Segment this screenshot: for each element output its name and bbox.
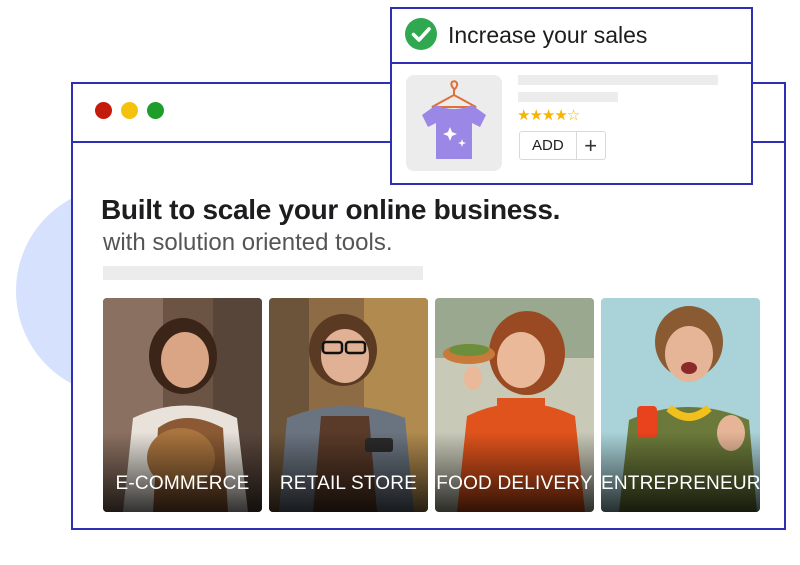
card-food-delivery[interactable]: FOOD DELIVERY <box>435 298 594 512</box>
product-name-placeholder <box>518 75 718 85</box>
card-label: FOOD DELIVERY <box>436 473 593 494</box>
star-rating: ★★★★☆ <box>517 106 580 124</box>
add-to-cart-control: ADD + <box>519 131 606 160</box>
tshirt-hanger-icon <box>422 80 486 159</box>
rating-full-stars: ★★★★ <box>517 107 568 124</box>
card-shade <box>601 432 760 512</box>
add-button[interactable]: ADD <box>520 132 577 159</box>
card-shade <box>435 432 594 512</box>
maximize-window-dot[interactable] <box>147 102 164 119</box>
product-price-placeholder <box>518 92 618 102</box>
card-retail-store[interactable]: RETAIL STORE <box>269 298 428 512</box>
check-circle-icon <box>405 18 437 50</box>
card-label: ENTREPRENEUR <box>601 473 760 494</box>
rating-empty-star: ☆ <box>566 107 580 124</box>
card-label: E-COMMERCE <box>115 473 250 494</box>
page-headline: Built to scale your online business. <box>101 194 561 225</box>
close-window-dot[interactable] <box>95 102 112 119</box>
minimize-window-dot[interactable] <box>121 102 138 119</box>
card-ecommerce[interactable]: E-COMMERCE <box>103 298 262 512</box>
card-entrepreneur[interactable]: ENTREPRENEUR <box>601 298 760 512</box>
card-shade <box>103 432 262 512</box>
text-placeholder-bar <box>103 266 423 280</box>
plus-icon[interactable]: + <box>577 132 605 159</box>
popup-title: Increase your sales <box>448 22 648 48</box>
page-subheadline: with solution oriented tools. <box>103 229 393 256</box>
sales-popup: Increase your sales ★★★★☆ ADD + <box>390 7 753 185</box>
card-shade <box>269 432 428 512</box>
card-label: RETAIL STORE <box>279 473 418 494</box>
product-thumbnail[interactable] <box>406 75 502 171</box>
popup-header: Increase your sales <box>392 9 751 64</box>
